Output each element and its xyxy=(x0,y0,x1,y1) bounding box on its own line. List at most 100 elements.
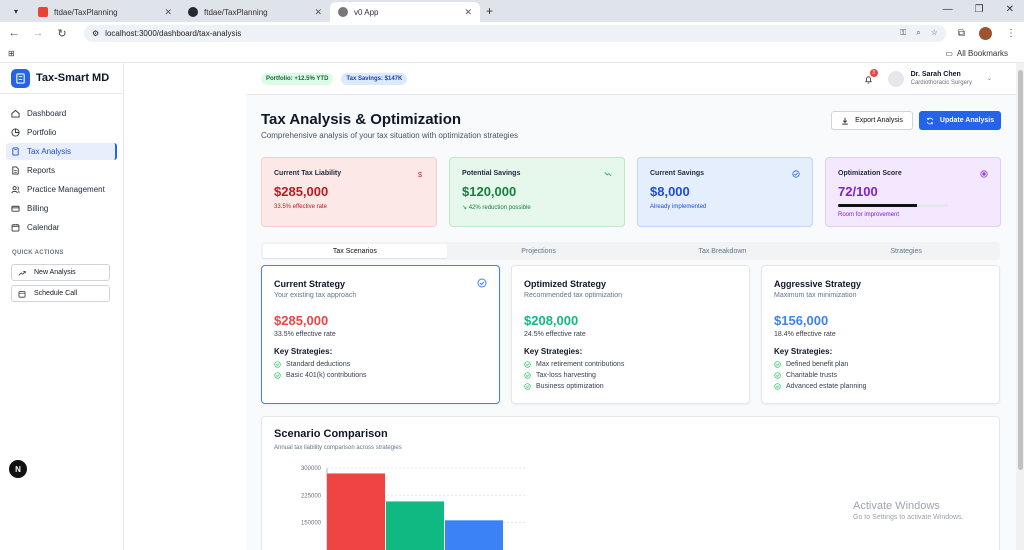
download-icon xyxy=(842,117,848,124)
check-circle-icon xyxy=(274,372,281,379)
new-analysis-button[interactable]: New Analysis xyxy=(11,264,110,281)
new-tab-icon[interactable]: + xyxy=(486,4,493,18)
watermark-line1: Activate Windows xyxy=(853,500,940,512)
tab-tax-breakdown[interactable]: Tax Breakdown xyxy=(631,244,815,258)
list-item-text: Defined benefit plan xyxy=(786,361,849,368)
notification-count: 3 xyxy=(869,68,878,77)
tab-tax-scenarios[interactable]: Tax Scenarios xyxy=(263,244,447,258)
scenario-rate: 24.5% effective rate xyxy=(524,331,586,338)
update-analysis-button[interactable]: Update Analysis xyxy=(919,111,1001,130)
sidebar-item-portfolio[interactable]: Portfolio xyxy=(6,124,117,141)
reload-icon[interactable]: ↻ xyxy=(56,27,68,40)
trending-down-icon: ↘ xyxy=(462,205,469,211)
check-circle-icon xyxy=(524,383,531,390)
bar-3[interactable] xyxy=(445,520,503,550)
target-icon xyxy=(980,170,988,178)
github-favicon-icon xyxy=(188,7,198,17)
restore-icon[interactable]: ❐ xyxy=(975,4,984,15)
check-circle-icon xyxy=(524,372,531,379)
key-icon[interactable]: ⚿ xyxy=(900,28,906,38)
all-bookmarks-label: All Bookmarks xyxy=(956,48,1008,58)
back-icon[interactable]: ← xyxy=(8,27,20,39)
close-icon[interactable]: ✕ xyxy=(464,7,472,18)
zoom-icon[interactable]: ⌕ xyxy=(916,28,920,38)
stat-label: Current Tax Liability xyxy=(274,170,342,177)
list-item: Charitable trusts xyxy=(774,372,987,379)
sidebar-item-tax-analysis[interactable]: Tax Analysis xyxy=(6,143,117,160)
tab-search-icon[interactable]: ▾ xyxy=(8,3,24,19)
sidebar-item-practice-management[interactable]: Practice Management xyxy=(6,181,117,198)
tab-title: ftdae/TaxPlanning xyxy=(204,7,268,17)
scrollbar-thumb[interactable] xyxy=(1018,70,1023,470)
progress-fill xyxy=(838,204,918,207)
browser-tab[interactable]: ftdae/TaxPlanning ✕ xyxy=(180,2,330,22)
sidebar-item-label: Calendar xyxy=(27,223,60,232)
site-info-icon[interactable]: ⚙ xyxy=(92,29,99,38)
stat-card-potential-savings: Potential Savings $120,000 ↘ 42% reducti… xyxy=(449,157,625,227)
stat-value: $285,000 xyxy=(274,184,329,199)
scenario-card-current[interactable]: Current Strategy Your existing tax appro… xyxy=(261,265,500,404)
close-icon[interactable]: ✕ xyxy=(164,7,172,18)
scenario-subtitle: Maximum tax minimization xyxy=(774,292,857,299)
stat-label: Optimization Score xyxy=(838,170,902,177)
stat-note: Already implemented xyxy=(650,204,707,210)
y-tick-label: 150000 xyxy=(301,521,322,527)
sidebar-item-billing[interactable]: Billing xyxy=(6,200,117,217)
tab-projections[interactable]: Projections xyxy=(447,244,631,258)
nextjs-badge[interactable]: N xyxy=(9,460,27,478)
stat-value: $8,000 xyxy=(650,184,690,199)
extensions-icon[interactable]: ⧉ xyxy=(958,28,965,39)
page-subtitle: Comprehensive analysis of your tax situa… xyxy=(261,131,519,140)
avatar xyxy=(887,70,904,87)
close-window-icon[interactable]: ✕ xyxy=(1006,4,1014,15)
scenario-card-optimized[interactable]: Optimized Strategy Recommended tax optim… xyxy=(511,265,750,404)
menu-icon[interactable]: ⋮ xyxy=(1006,28,1016,39)
all-bookmarks[interactable]: ▭ All Bookmarks xyxy=(945,49,1008,58)
tab-strategies[interactable]: Strategies xyxy=(814,244,998,258)
url-input[interactable]: ⚙ localhost:3000/dashboard/tax-analysis … xyxy=(84,24,946,42)
browser-tab-active[interactable]: v0 App ✕ xyxy=(330,2,480,22)
schedule-call-button[interactable]: Schedule Call xyxy=(11,285,110,302)
list-item-text: Advanced estate planning xyxy=(786,383,867,390)
calculator-logo-icon xyxy=(11,68,30,88)
check-circle-icon xyxy=(274,361,281,368)
selected-check-icon xyxy=(477,278,487,288)
globe-favicon-icon xyxy=(338,7,348,17)
check-circle-icon xyxy=(774,361,781,368)
export-analysis-button[interactable]: Export Analysis xyxy=(831,111,913,130)
notifications-button[interactable]: 3 xyxy=(864,68,878,85)
home-icon xyxy=(11,109,20,118)
browser-tab[interactable]: ftdae/TaxPlanning ✕ xyxy=(30,2,180,22)
close-icon[interactable]: ✕ xyxy=(314,7,322,18)
calculator-icon xyxy=(12,147,19,156)
sidebar-item-reports[interactable]: Reports xyxy=(6,162,117,179)
check-circle-icon xyxy=(774,383,781,390)
watermark-line2: Go to Settings to activate Windows. xyxy=(853,514,964,521)
file-text-icon xyxy=(12,166,19,175)
star-icon[interactable]: ☆ xyxy=(931,28,938,38)
chevron-down-icon: ⌄ xyxy=(986,76,992,82)
bar-2[interactable] xyxy=(386,501,444,550)
brand[interactable]: Tax-Smart MD xyxy=(0,63,123,94)
tab-title: v0 App xyxy=(354,7,379,17)
list-item-text: Charitable trusts xyxy=(786,372,837,379)
browser-tab-bar: ▾ ftdae/TaxPlanning ✕ ftdae/TaxPlanning … xyxy=(0,0,1024,22)
gmail-favicon-icon xyxy=(38,7,48,17)
forward-icon[interactable]: → xyxy=(32,27,44,39)
apps-icon[interactable]: ⊞ xyxy=(8,49,15,58)
bar-1[interactable] xyxy=(327,473,385,550)
scenario-card-aggressive[interactable]: Aggressive Strategy Maximum tax minimiza… xyxy=(761,265,1000,404)
user-menu[interactable]: Dr. Sarah Chen Cardiothoracic Surgery ⌄ xyxy=(887,70,992,87)
scenario-value: $285,000 xyxy=(274,313,329,328)
sidebar-item-calendar[interactable]: Calendar xyxy=(6,219,117,236)
profile-avatar[interactable] xyxy=(979,26,992,40)
list-item: Max retirement contributions xyxy=(524,361,737,368)
minimize-icon[interactable]: — xyxy=(943,4,953,15)
update-label: Update Analysis xyxy=(939,117,995,124)
list-item: Advanced estate planning xyxy=(774,383,987,390)
scenario-subtitle: Your existing tax approach xyxy=(274,292,357,299)
sidebar-item-dashboard[interactable]: Dashboard xyxy=(6,105,117,122)
quick-actions-heading: QUICK ACTIONS xyxy=(12,250,64,256)
refresh-icon xyxy=(926,117,934,124)
top-bar: Portfolio: +12.5% YTD Tax Savings: $147K… xyxy=(246,63,1016,94)
